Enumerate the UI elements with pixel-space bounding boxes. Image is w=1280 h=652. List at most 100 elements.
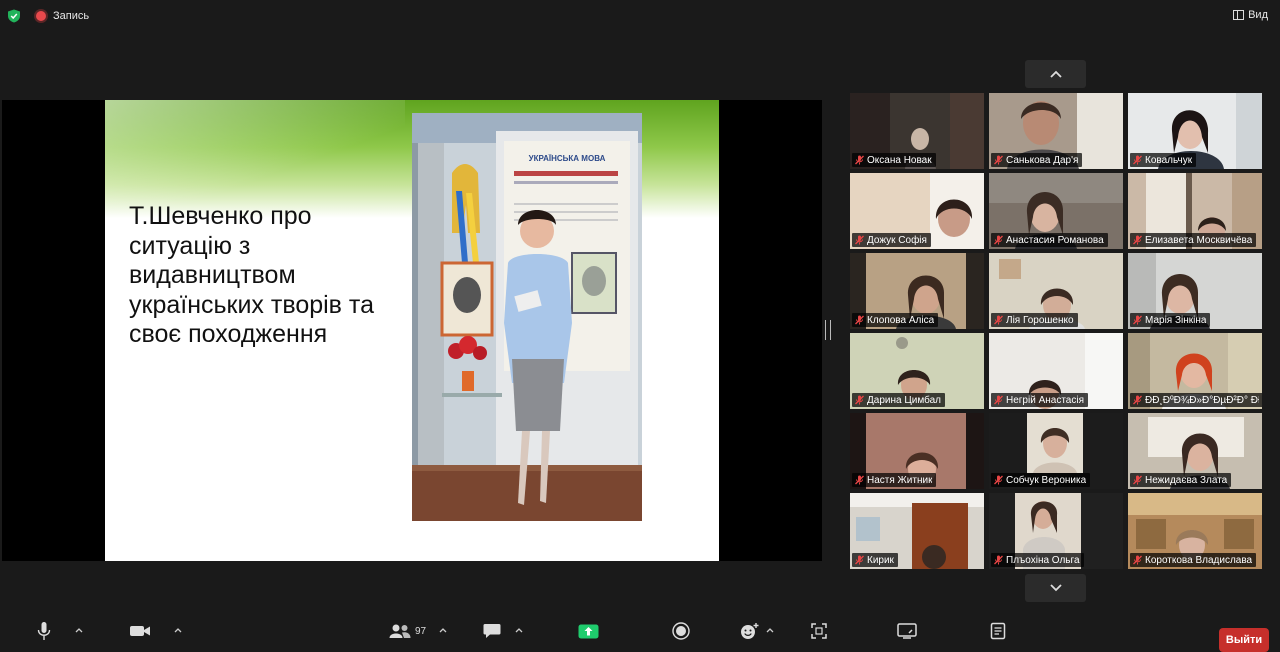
participant-name-tag: Санькова Дар'я <box>991 153 1083 167</box>
gallery-next-page-button[interactable] <box>1025 574 1086 602</box>
apps-icon <box>811 623 827 639</box>
apps-button[interactable] <box>811 620 827 642</box>
share-screen-button[interactable] <box>578 620 599 642</box>
participant-name-tag: Дожук Софія <box>852 233 931 247</box>
muted-mic-icon <box>994 235 1003 245</box>
participant-tile[interactable]: Елизавета Москвичёва <box>1128 173 1262 249</box>
participant-tile[interactable]: Санькова Дар'я <box>989 93 1123 169</box>
view-icon <box>1233 10 1245 20</box>
participant-name-tag: Анастасия Романова <box>991 233 1108 247</box>
participant-name: Дожук Софія <box>867 234 927 246</box>
chevron-down-icon <box>1049 584 1062 592</box>
participant-name: Клопова Аліса <box>867 314 935 326</box>
participant-name-tag: Негрій Анастасія <box>991 393 1088 407</box>
participant-name: Плъохіна Ольга <box>1006 554 1080 566</box>
participant-name-tag: ÐÐ¸ÐºÐ¾Ð»Ð°ÐµÐ²Ð° ÐÐ°ÑÐ°Ð»ÑÑ <box>1130 393 1262 407</box>
participant-tile[interactable]: Настя Житник <box>850 413 984 489</box>
participant-tile[interactable]: Клопова Аліса <box>850 253 984 329</box>
video-camera-icon <box>130 626 150 636</box>
participant-name-tag: Настя Житник <box>852 473 937 487</box>
participant-name: Нежидаєва Злата <box>1145 474 1228 486</box>
participant-name: Дарина Цимбал <box>867 394 941 406</box>
top-bar: Запись Вид <box>0 0 1280 32</box>
participant-tile[interactable]: Оксана Новак <box>850 93 984 169</box>
muted-mic-icon <box>855 235 864 245</box>
muted-mic-icon <box>855 475 864 485</box>
participant-name: ÐÐ¸ÐºÐ¾Ð»Ð°ÐµÐ²Ð° ÐÐ°ÑÐ°Ð»ÑÑ <box>1145 394 1259 406</box>
participants-options-chevron-icon[interactable] <box>439 626 447 634</box>
chevron-up-icon <box>1049 70 1062 78</box>
participant-name: Анастасия Романова <box>1006 234 1104 246</box>
participant-name-tag: Кирик <box>852 553 898 567</box>
muted-mic-icon <box>1133 395 1142 405</box>
notes-icon <box>990 622 1006 640</box>
slide-photo: УКРАЇНСЬКА МОВА <box>412 113 642 521</box>
video-button[interactable] <box>129 620 151 642</box>
video-options-chevron-icon[interactable] <box>174 626 182 634</box>
participant-tile[interactable]: Марія Зінкіна <box>1128 253 1262 329</box>
participant-tile[interactable]: Негрій Анастасія <box>989 333 1123 409</box>
share-screen-icon <box>578 624 599 638</box>
muted-mic-icon <box>994 475 1003 485</box>
reactions-options-chevron-icon[interactable] <box>766 626 774 634</box>
muted-mic-icon <box>994 395 1003 405</box>
presentation-slide: Т.Шевченко про ситуацію з видавництвом у… <box>105 100 719 561</box>
participant-tile[interactable]: Плъохіна Ольга <box>989 493 1123 569</box>
recording-label[interactable]: Запись <box>53 10 89 22</box>
muted-mic-icon <box>994 315 1003 325</box>
participant-name-tag: Плъохіна Ольга <box>991 553 1084 567</box>
participants-count: 97 <box>415 625 427 637</box>
muted-mic-icon <box>855 555 864 565</box>
participant-tile[interactable]: Кирик <box>850 493 984 569</box>
participant-tile[interactable]: Нежидаєва Злата <box>1128 413 1262 489</box>
view-label: Вид <box>1248 9 1268 21</box>
muted-mic-icon <box>1133 235 1142 245</box>
participant-name-tag: Дарина Цимбал <box>852 393 945 407</box>
whiteboard-button[interactable] <box>897 620 917 642</box>
muted-mic-icon <box>855 395 864 405</box>
participant-name-tag: Марія Зінкіна <box>1130 313 1211 327</box>
participant-name: Кирик <box>867 554 894 566</box>
mute-button[interactable] <box>37 620 51 642</box>
participant-tile[interactable]: Дожук Софія <box>850 173 984 249</box>
participant-name-tag: Короткова Владислава <box>1130 553 1257 567</box>
participant-name: Марія Зінкіна <box>1145 314 1207 326</box>
reactions-button[interactable] <box>740 620 760 642</box>
audio-options-chevron-icon[interactable] <box>75 626 83 634</box>
record-button[interactable] <box>672 620 690 642</box>
muted-mic-icon <box>1133 315 1142 325</box>
slide-title: Т.Шевченко про ситуацію з видавництвом у… <box>129 202 374 348</box>
participant-name-tag: Ковальчук <box>1130 153 1197 167</box>
participant-tile[interactable]: Анастасия Романова <box>989 173 1123 249</box>
gallery-prev-page-button[interactable] <box>1025 60 1086 88</box>
notes-button[interactable] <box>990 620 1006 642</box>
participant-tile[interactable]: Дарина Цимбал <box>850 333 984 409</box>
muted-mic-icon <box>994 155 1003 165</box>
participant-name: Короткова Владислава <box>1145 554 1253 566</box>
view-button[interactable]: Вид <box>1233 9 1268 21</box>
participant-tile[interactable]: Собчук Вероника <box>989 413 1123 489</box>
participant-tile[interactable]: ÐÐ¸ÐºÐ¾Ð»Ð°ÐµÐ²Ð° ÐÐ°ÑÐ°Ð»ÑÑ <box>1128 333 1262 409</box>
participant-name: Оксана Новак <box>867 154 932 166</box>
chat-options-chevron-icon[interactable] <box>515 626 523 634</box>
participants-icon <box>389 624 411 638</box>
participants-button[interactable]: 97 <box>389 620 426 642</box>
muted-mic-icon <box>1133 475 1142 485</box>
leave-meeting-button[interactable]: Выйти <box>1219 628 1269 652</box>
shield-icon[interactable] <box>7 9 21 23</box>
participant-name-tag: Нежидаєва Злата <box>1130 473 1232 487</box>
participant-name: Елизавета Москвичёва <box>1145 234 1253 246</box>
muted-mic-icon <box>994 555 1003 565</box>
participant-tile[interactable]: Короткова Владислава <box>1128 493 1262 569</box>
whiteboard-icon <box>897 623 917 639</box>
participant-name-tag: Оксана Новак <box>852 153 936 167</box>
poster-title: УКРАЇНСЬКА МОВА <box>529 154 606 163</box>
chat-button[interactable] <box>483 620 501 642</box>
record-icon <box>672 622 690 640</box>
shared-screen: Т.Шевченко про ситуацію з видавництвом у… <box>2 100 822 561</box>
participant-name-tag: Елизавета Москвичёва <box>1130 233 1257 247</box>
participant-name: Лія Горошенко <box>1006 314 1074 326</box>
gallery-resize-handle[interactable] <box>825 320 831 340</box>
participant-tile[interactable]: Ковальчук <box>1128 93 1262 169</box>
participant-tile[interactable]: Лія Горошенко <box>989 253 1123 329</box>
